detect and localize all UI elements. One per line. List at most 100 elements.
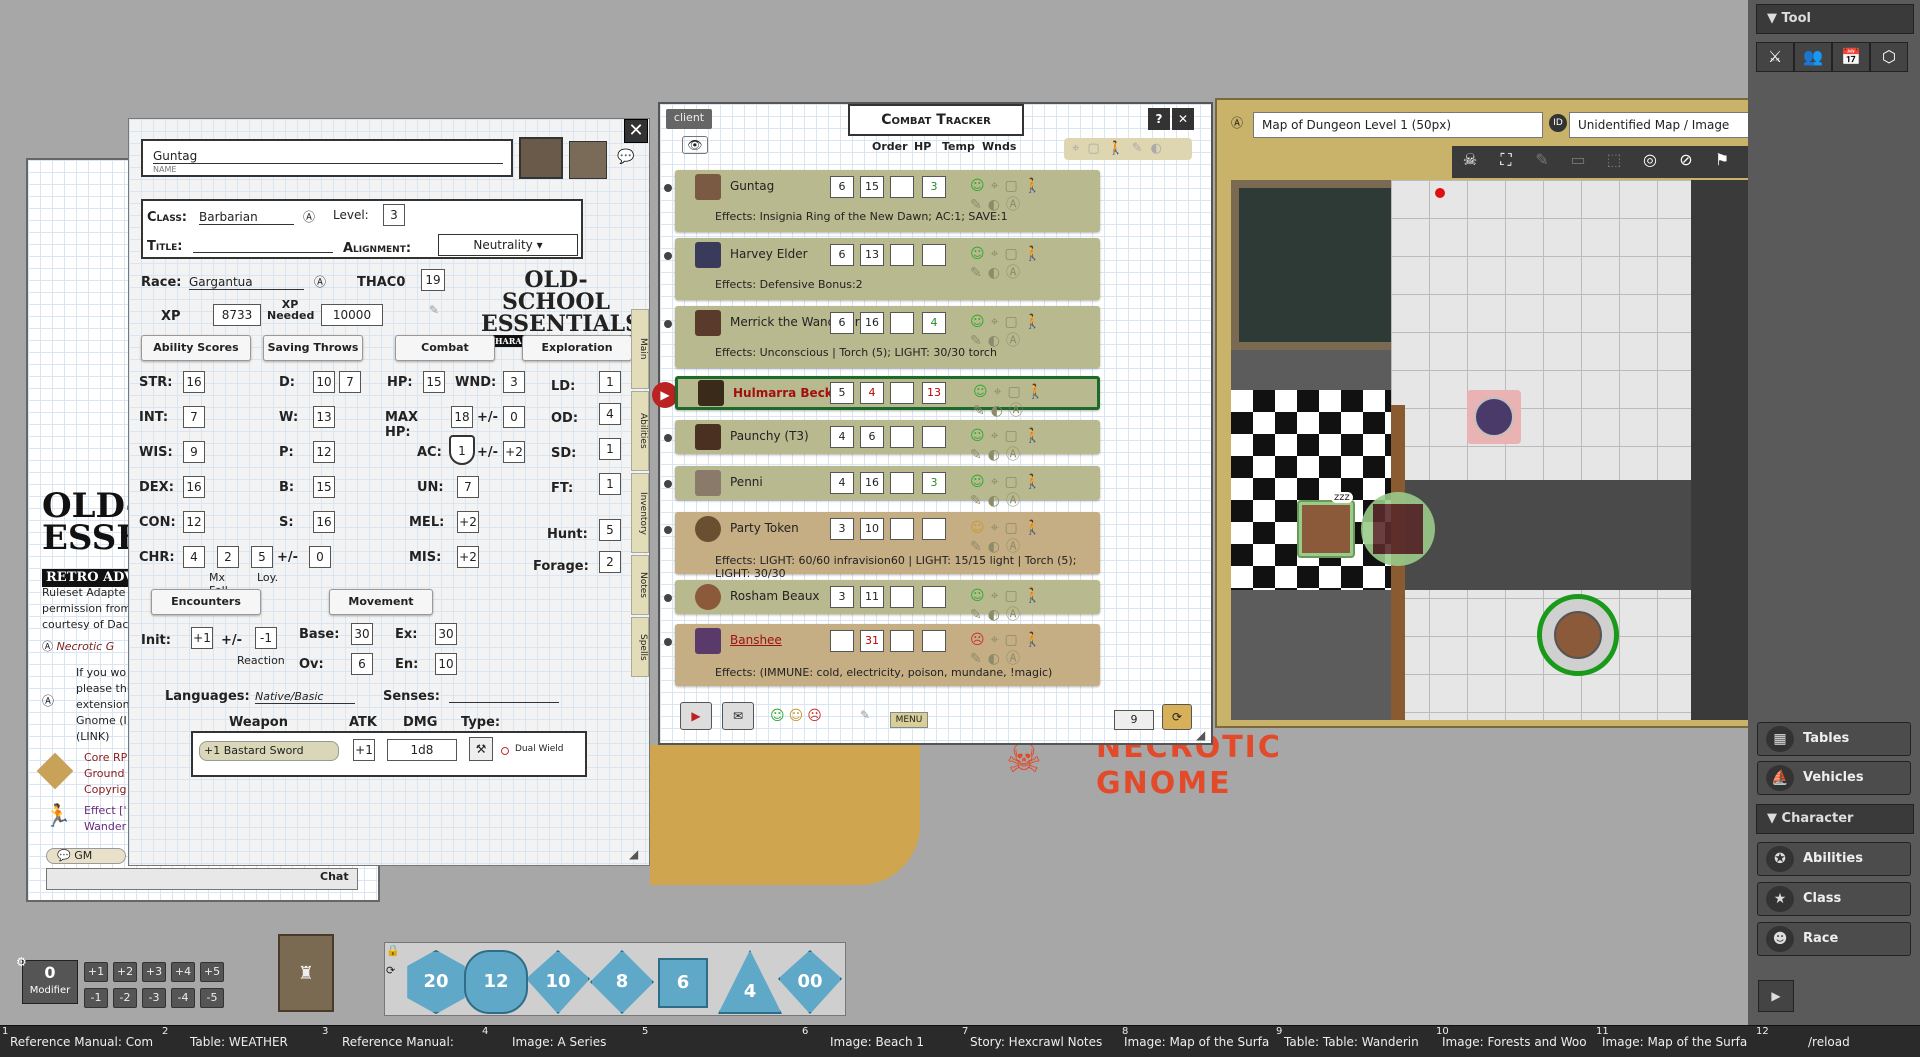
loyalty-field[interactable]: 5 [251,546,273,568]
ability-value[interactable]: 7 [183,406,205,428]
token-portrait[interactable] [569,141,607,179]
hotkey-slot-12[interactable]: /reload [1808,1035,1850,1049]
map-title-field[interactable]: Map of Dungeon Level 1 (50px) [1253,112,1543,138]
combatant-order[interactable]: 3 [830,518,854,540]
sidebar-item-vehicles[interactable]: ⛵ Vehicles [1757,761,1911,795]
ct-row-paunchy[interactable]: Paunchy (T3) 4 6 ☺⌖▢🚶✎◐Ⓐ [675,420,1100,463]
base-field[interactable]: 30 [351,623,373,645]
ct-row-penni[interactable]: Penni 4 16 3 ☺⌖▢🚶✎◐Ⓐ [675,466,1100,509]
tab-notes[interactable]: Notes [631,555,649,615]
save-value[interactable]: 12 [313,441,335,463]
xp-field[interactable]: 8733 [213,304,261,326]
speech-icon[interactable]: 💬 [617,149,634,165]
tool-header[interactable]: ▼ Tool [1756,4,1914,34]
combatant-hp[interactable]: 13 [860,244,884,266]
hotkey-slot-8[interactable]: Image: Map of the Surfa [1124,1035,1269,1049]
token-monster[interactable] [1467,390,1521,444]
wnd-field[interactable]: 3 [503,371,525,393]
combatant-tools[interactable]: ☺⌖▢🚶✎◐Ⓐ [973,384,1097,420]
combatant-wnds[interactable] [922,586,946,608]
tracker-help-button[interactable]: ? [1148,108,1170,130]
next-turn-button[interactable]: ▶ [680,702,712,730]
maxhp-pm-field[interactable]: 0 [503,406,525,428]
modifier-minus-2[interactable]: -2 [113,988,137,1008]
sidebar-item-tables[interactable]: ▦ Tables [1757,722,1911,756]
row-select-dot[interactable] [664,320,672,328]
weapon-name-field[interactable]: +1 Bastard Sword [199,741,339,761]
portrait[interactable] [519,137,563,179]
explore-value[interactable]: 4 [599,403,621,425]
feather-icon[interactable]: ✎ [860,708,870,722]
combatant-hp[interactable]: 31 [860,630,884,652]
combatant-tools[interactable]: ☹⌖▢🚶✎◐Ⓐ [970,632,1100,668]
row-select-dot[interactable] [664,594,672,602]
tab-inventory[interactable]: Inventory [631,473,649,553]
modifier-minus-1[interactable]: -1 [84,988,108,1008]
ct-row-harvey[interactable]: Harvey Elder 6 13 ☺⌖▢🚶✎◐Ⓐ Effects: Defen… [675,238,1100,300]
thac0-field[interactable]: 19 [421,269,445,291]
modifier-plus-2[interactable]: +2 [113,962,137,982]
d6-die[interactable]: 6 [658,958,708,1008]
combatant-order[interactable]: 4 [830,472,854,494]
combatant-temp[interactable] [890,586,914,608]
weapon-atk-field[interactable]: +1 [353,739,375,761]
necrotic-link[interactable]: Necrotic G [57,640,115,653]
token-sleeping-hero[interactable] [1297,500,1355,558]
title-field[interactable] [193,239,333,253]
combatant-hp[interactable]: 15 [860,176,884,198]
combatant-temp[interactable] [890,630,914,652]
combatant-wnds[interactable]: 3 [922,472,946,494]
weapon-dmg-field[interactable]: 1d8 [387,739,457,761]
sidebar-item-abilities[interactable]: ✪ Abilities [1757,842,1911,876]
combatant-temp[interactable] [890,312,914,334]
ct-row-rosham[interactable]: Rosham Beaux 3 11 ☺⌖▢🚶✎◐Ⓐ [675,580,1100,623]
combatant-order[interactable]: 6 [830,244,854,266]
level-field[interactable]: 3 [383,204,405,226]
d20-icon[interactable]: ⬡ [1870,42,1908,72]
ov-field[interactable]: 6 [351,653,373,675]
flag-icon[interactable]: ⚑ [1704,146,1740,174]
next-round-button[interactable]: ⟳ [1162,704,1192,730]
combatant-tools[interactable]: ☺⌖▢🚶✎◐Ⓐ [970,588,1100,624]
row-select-dot[interactable] [664,252,672,260]
combatant-hp[interactable]: 6 [860,426,884,448]
combatant-hp[interactable]: 10 [860,518,884,540]
modifier-plus-1[interactable]: +1 [84,962,108,982]
ct-row-banshee[interactable]: Banshee 31 ☹⌖▢🚶✎◐Ⓐ Effects: (IMMUNE: col… [675,624,1100,686]
ability-value[interactable]: 9 [183,441,205,463]
modifier-minus-3[interactable]: -3 [142,988,166,1008]
hotkey-slot-11[interactable]: Image: Map of the Surfa [1602,1035,1747,1049]
movement-header[interactable]: Movement [329,589,433,615]
explore-value[interactable]: 1 [599,438,621,460]
combatant-order[interactable]: 4 [830,426,854,448]
sidebar-item-class[interactable]: ★ Class [1757,882,1911,916]
select-icon[interactable]: ⬚ [1596,146,1632,174]
maxhp-field[interactable]: 18 [451,406,473,428]
row-select-dot[interactable] [664,638,672,646]
class-link-icon[interactable]: Ⓐ [303,208,315,225]
combatant-tools[interactable]: ☺⌖▢🚶✎◐Ⓐ [970,428,1100,464]
modifier-minus-5[interactable]: -5 [200,988,224,1008]
hp-field[interactable]: 15 [423,371,445,393]
combatant-order[interactable]: 5 [830,382,854,404]
calendar-icon[interactable]: 📅 [1832,42,1870,72]
save-value[interactable]: 15 [313,476,335,498]
no-icon[interactable]: ⊘ [1668,146,1704,174]
combat-header[interactable]: Combat [395,335,495,361]
d12-die[interactable]: 12 [464,950,528,1014]
mis-field[interactable]: +2 [457,546,479,568]
init-pm-field[interactable]: -1 [255,627,277,649]
ct-row-merrick[interactable]: Merrick the Wanderer 6 16 4 ☺⌖▢🚶✎◐Ⓐ Effe… [675,306,1100,368]
feather-icon[interactable]: ✎ [429,303,439,317]
chat-input[interactable] [46,868,358,890]
name-field[interactable]: Guntag [153,149,503,164]
chat-button[interactable]: Chat [320,870,349,883]
mail-icon[interactable]: ✉ [722,702,754,730]
exploration-header[interactable]: Exploration [522,335,632,361]
senses-field[interactable] [449,689,559,703]
zoom-fit-icon[interactable]: ⛶ [1488,146,1524,174]
target-icon[interactable]: ◎ [1632,146,1668,174]
encounters-header[interactable]: Encounters [151,589,261,615]
explore-value[interactable]: 2 [599,551,621,573]
hotkey-slot-10[interactable]: Image: Forests and Woo [1442,1035,1587,1049]
